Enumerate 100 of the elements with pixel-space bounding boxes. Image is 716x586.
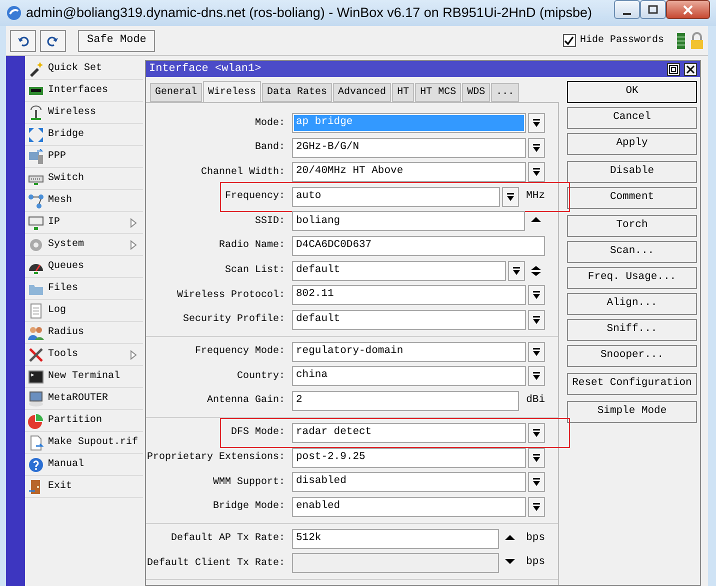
menu-item[interactable]: Interfaces [25, 80, 143, 102]
menu-item[interactable]: Log [25, 300, 143, 322]
menu-item[interactable]: Quick Set [25, 58, 143, 80]
menu-item[interactable]: Exit [25, 476, 143, 498]
dialog-button[interactable]: Simple Mode [567, 401, 697, 423]
menu-item[interactable]: Make Supout.rif [25, 432, 143, 454]
dropdown-button[interactable] [528, 310, 545, 330]
dialog-button[interactable]: Apply [567, 133, 697, 155]
close-icon [686, 64, 695, 74]
dropdown-button[interactable] [528, 138, 545, 158]
hide-passwords-checkbox[interactable] [562, 34, 576, 47]
document-icon [28, 434, 44, 450]
menu-item[interactable]: IP [25, 212, 143, 234]
caret-icon [532, 167, 541, 178]
input-field[interactable]: 512k [292, 528, 499, 549]
field-label: WMM Support: [212, 476, 286, 490]
field-label: Wireless Protocol: [176, 288, 286, 303]
dropdown-button[interactable] [528, 472, 545, 492]
menu-item[interactable]: Files [25, 278, 143, 300]
input-field[interactable]: post-2.9.25 [292, 448, 526, 468]
menu-item[interactable]: Tools [25, 344, 143, 366]
menu-item[interactable]: Switch [25, 168, 143, 190]
caret-icon [532, 477, 541, 488]
input-field[interactable]: default [292, 260, 506, 281]
input-field[interactable]: china [292, 366, 526, 386]
field-label: Scan List: [224, 264, 286, 278]
field-label: Band: [254, 140, 286, 156]
tab[interactable]: HT MCS [415, 83, 462, 102]
dialog-button[interactable]: Comment [567, 187, 697, 209]
minimize-button[interactable] [614, 0, 640, 19]
restore-button[interactable] [667, 62, 680, 76]
tab[interactable]: WDS [462, 83, 490, 102]
dropdown-button[interactable] [528, 162, 545, 182]
caret-icon [512, 266, 521, 276]
submenu-arrow-icon [130, 240, 137, 250]
input-field[interactable]: 2GHz-B/G/N [292, 138, 526, 158]
caret-icon [532, 452, 541, 463]
dropdown-button[interactable] [528, 496, 545, 517]
input-field[interactable]: enabled [292, 496, 526, 517]
field-label: Default Client Tx Rate: [146, 556, 286, 571]
input-field[interactable]: regulatory-domain [292, 342, 526, 362]
dropdown-button[interactable] [508, 260, 525, 281]
redo-button[interactable] [40, 30, 66, 52]
dialog-button[interactable]: Sniff... [567, 319, 697, 341]
tab[interactable]: General [150, 83, 202, 102]
antenna-icon [28, 104, 44, 120]
field-label: Frequency Mode: [194, 344, 286, 360]
tab[interactable]: HT [392, 83, 414, 102]
close-button[interactable] [684, 62, 697, 76]
safe-mode-button[interactable]: Safe Mode [78, 30, 156, 52]
input-field[interactable]: auto [292, 186, 500, 207]
menu-item[interactable]: MetaROUTER [25, 388, 143, 410]
menu-item[interactable]: New Terminal [25, 366, 143, 388]
menu-item[interactable]: Partition [25, 410, 143, 432]
input-field[interactable]: 20/40MHz HT Above [292, 162, 526, 182]
dropdown-button[interactable] [502, 186, 519, 207]
dropdown-button[interactable] [528, 285, 545, 306]
redo-icon [47, 34, 59, 46]
tab[interactable]: Data Rates [262, 83, 332, 102]
dropdown-button[interactable] [528, 113, 545, 133]
menu-item[interactable]: PPP [25, 146, 143, 168]
menu-item[interactable]: Radius [25, 322, 143, 344]
dialog-button[interactable]: Disable [567, 161, 697, 183]
tab[interactable]: ... [491, 83, 520, 102]
computer-icon [28, 148, 44, 164]
input-field[interactable]: default [292, 310, 526, 330]
restore-icon [669, 64, 678, 74]
input-field[interactable]: D4CA6DC0D637 [292, 236, 545, 256]
dialog-button[interactable]: Cancel [567, 107, 697, 129]
input-field[interactable]: 802.11 [292, 285, 526, 306]
dialog-button[interactable]: OK [567, 81, 697, 103]
dialog-button[interactable]: Scan... [567, 241, 697, 263]
input-field[interactable]: boliang [292, 211, 525, 232]
menu-item[interactable]: System [25, 234, 143, 256]
menu-item[interactable]: Wireless [25, 102, 143, 124]
close-button[interactable] [666, 0, 710, 19]
dialog-button[interactable]: Freq. Usage... [567, 267, 697, 289]
maximize-button[interactable] [640, 0, 666, 19]
dialog-button[interactable]: Reset Configuration [567, 373, 697, 395]
dialog-button[interactable]: Torch [567, 215, 697, 237]
dropdown-button[interactable] [528, 366, 545, 386]
menu-item[interactable]: Mesh [25, 190, 143, 212]
dialog-button[interactable]: Align... [567, 293, 697, 315]
input-field[interactable]: radar detect [292, 422, 526, 443]
undo-button[interactable] [10, 30, 36, 52]
dropdown-button[interactable] [528, 448, 545, 468]
app-icon [6, 5, 22, 21]
field-label: Security Profile: [182, 312, 286, 328]
dropdown-button[interactable] [528, 422, 545, 443]
menu-item[interactable]: Queues [25, 256, 143, 278]
tab[interactable]: Wireless [203, 81, 262, 103]
menu-item[interactable]: Bridge [25, 124, 143, 146]
field-label: Proprietary Extensions: [146, 450, 286, 466]
menu-item[interactable]: Manual [25, 454, 143, 476]
input-field[interactable]: disabled [292, 472, 526, 492]
dialog-button[interactable]: Snooper... [567, 345, 697, 367]
input-field[interactable]: 2 [292, 390, 519, 411]
tab[interactable]: Advanced [333, 83, 392, 102]
dropdown-button[interactable] [528, 342, 545, 362]
caret-icon [532, 428, 541, 438]
